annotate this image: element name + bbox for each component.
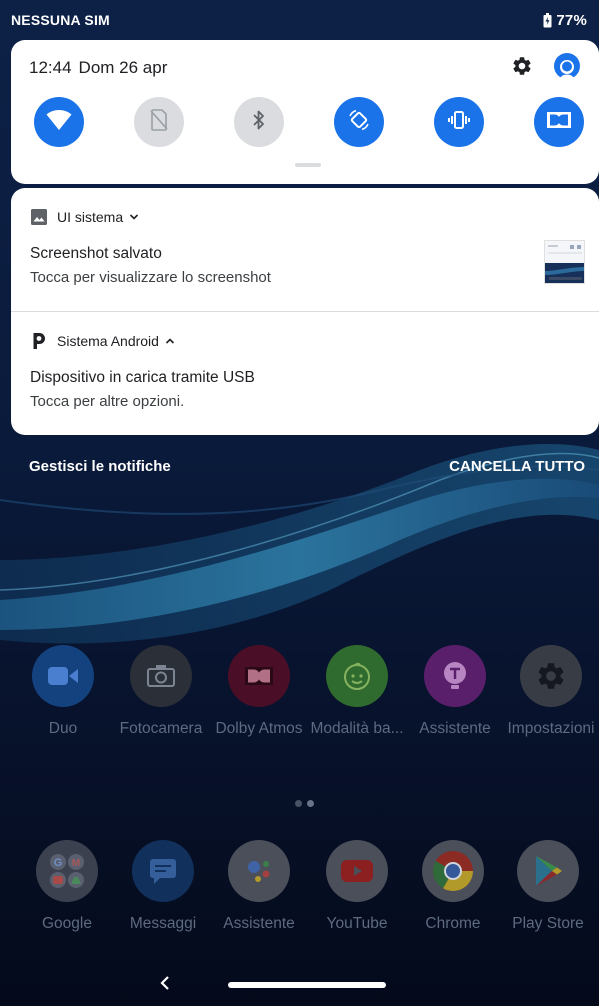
carrier-label: NESSUNA SIM	[11, 12, 110, 28]
app-settings[interactable]: Impostazioni	[502, 645, 599, 738]
notif-app-name: Sistema Android	[57, 332, 159, 349]
chevron-up-icon[interactable]	[165, 337, 175, 345]
user-avatar-icon[interactable]	[553, 52, 581, 85]
app-label: Duo	[48, 720, 78, 737]
tile-dolby[interactable]	[534, 97, 584, 147]
svg-text:M: M	[72, 858, 80, 869]
app-label: Assistente	[419, 720, 491, 737]
vibrate-icon	[447, 110, 471, 135]
qs-time[interactable]: 12:44	[29, 58, 72, 78]
app-label: Fotocamera	[119, 720, 203, 737]
app-dolby-atmos[interactable]: Dolby Atmos	[210, 645, 308, 738]
qs-date[interactable]: Dom 26 apr	[79, 58, 168, 78]
settings-gear-icon[interactable]	[511, 55, 533, 82]
wifi-icon	[46, 109, 72, 136]
tile-vibrate[interactable]	[434, 97, 484, 147]
dolby-atmos-icon	[228, 645, 290, 707]
chevron-left-icon	[159, 975, 171, 996]
app-label: YouTube	[326, 915, 388, 932]
app-label: Play Store	[512, 915, 584, 932]
notif-text: Tocca per visualizzare lo screenshot	[30, 269, 271, 286]
page-indicator	[295, 800, 314, 807]
manage-notifications-button[interactable]: Gestisci le notifiche	[29, 458, 171, 475]
notification-usb-charging[interactable]: Sistema Android Dispositivo in carica tr…	[11, 312, 599, 435]
dolby-icon	[546, 111, 572, 134]
app-label: Dolby Atmos	[215, 720, 303, 737]
notif-title: Dispositivo in carica tramite USB	[30, 369, 255, 386]
app-label: Assistente	[223, 915, 295, 932]
battery-percent: 77%	[556, 11, 587, 29]
nav-home-pill[interactable]	[228, 982, 386, 988]
messages-icon	[132, 840, 194, 902]
app-messages[interactable]: Messaggi	[114, 840, 212, 933]
kids-mode-icon	[326, 645, 388, 707]
google-assistant-icon	[228, 840, 290, 902]
notification-footer: Gestisci le notifiche CANCELLA TUTTO	[29, 455, 585, 477]
notif-app-header[interactable]: UI sistema	[30, 208, 139, 225]
app-label: Messaggi	[129, 915, 197, 932]
google-folder-icon: G M	[36, 840, 98, 902]
app-duo[interactable]: Duo	[14, 645, 112, 738]
app-camera[interactable]: Fotocamera	[112, 645, 210, 738]
duo-icon	[32, 645, 94, 707]
android-system-icon	[30, 332, 47, 349]
nav-back-button[interactable]	[155, 974, 175, 996]
assistant-lenovo-icon	[424, 645, 486, 707]
play-store-icon	[517, 840, 579, 902]
tile-wifi[interactable]	[34, 97, 84, 147]
notification-screenshot[interactable]: UI sistema Screenshot salvato Tocca per …	[11, 188, 599, 311]
app-label: Impostazioni	[507, 720, 595, 737]
app-label: Chrome	[425, 915, 481, 932]
tile-bluetooth[interactable]	[234, 97, 284, 147]
notif-text: Tocca per altre opzioni.	[30, 393, 185, 410]
app-chrome[interactable]: Chrome	[404, 840, 502, 933]
image-icon	[30, 208, 47, 225]
screenshot-thumbnail	[544, 240, 585, 284]
tile-auto-rotate[interactable]	[334, 97, 384, 147]
svg-text:G: G	[54, 857, 63, 869]
chrome-icon	[422, 840, 484, 902]
status-bar: NESSUNA SIM 77%	[0, 0, 599, 40]
app-youtube[interactable]: YouTube	[308, 840, 406, 933]
camera-icon	[130, 645, 192, 707]
tile-sim[interactable]	[134, 97, 184, 147]
status-right: 77%	[543, 12, 587, 29]
page-dot-active	[307, 800, 314, 807]
app-play-store[interactable]: Play Store	[499, 840, 597, 933]
qs-tiles	[34, 97, 584, 147]
settings-app-icon	[520, 645, 582, 707]
no-sim-icon	[150, 108, 168, 136]
auto-rotate-icon	[347, 108, 371, 137]
battery-charging-icon	[543, 12, 552, 28]
quick-settings-panel: 12:44 Dom 26 apr	[11, 40, 599, 184]
app-label: Google	[42, 915, 92, 932]
notif-app-name: UI sistema	[57, 208, 124, 225]
clear-all-button[interactable]: CANCELLA TUTTO	[449, 458, 585, 475]
youtube-icon	[326, 840, 388, 902]
qs-header: 12:44 Dom 26 apr	[11, 40, 599, 96]
qs-drag-handle[interactable]	[295, 163, 321, 167]
app-label: Modalità ba...	[310, 720, 404, 737]
notification-card: UI sistema Screenshot salvato Tocca per …	[11, 188, 599, 435]
app-google-folder[interactable]: G M Google	[18, 840, 116, 933]
chevron-down-icon[interactable]	[129, 213, 139, 221]
bluetooth-icon	[252, 109, 266, 136]
page-dot	[295, 800, 302, 807]
notif-title: Screenshot salvato	[30, 245, 162, 262]
app-assistente-lenovo[interactable]: Assistente	[406, 645, 504, 738]
app-kids-mode[interactable]: Modalità ba...	[308, 645, 406, 738]
app-google-assistant[interactable]: Assistente	[210, 840, 308, 933]
qs-header-actions	[511, 52, 581, 85]
notif-app-header[interactable]: Sistema Android	[30, 332, 175, 349]
